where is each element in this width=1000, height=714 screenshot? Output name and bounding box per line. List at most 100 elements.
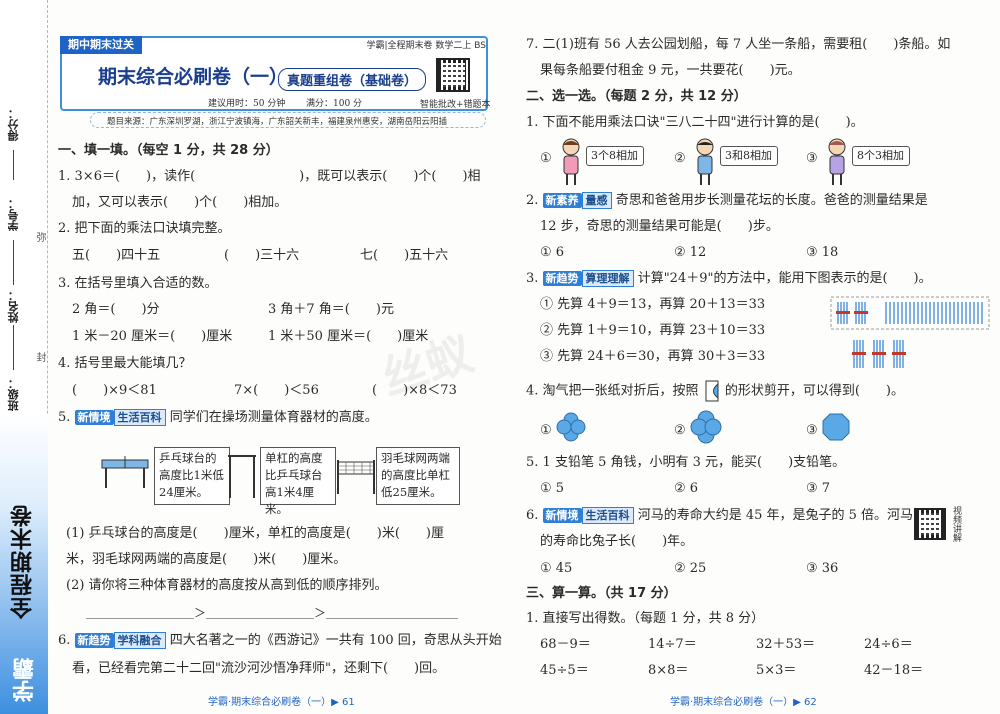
exam-spread: 得分： 学号： 姓名： 班级： 弥 封 线 全程期末卷 学霸 期中期末过关 学霸… — [0, 0, 1000, 714]
question-1: 1. 下面不能用乘法口诀"三八二十四"进行计算的是( )。 — [526, 115, 864, 130]
q2-item: 七( )五十六 — [360, 248, 449, 263]
tag-life-encyclopedia: 生活百科 — [113, 409, 166, 426]
info-box-net: 羽毛球网两端的高度比单杠低25厘米。 — [376, 447, 460, 505]
speech-bubble: 3和8相加 — [720, 146, 778, 166]
calc-item[interactable]: 14÷7＝ — [648, 636, 697, 654]
option[interactable]: ② 25 — [674, 560, 706, 578]
ping-pong-table-illustration — [101, 456, 149, 488]
option[interactable]: ① 6 — [540, 244, 564, 262]
girl-figure-icon — [828, 138, 846, 185]
option[interactable]: ① 先算 4＋9＝13，再算 20＋13＝33 — [540, 296, 765, 314]
option-marker[interactable]: ② — [674, 422, 686, 440]
option-marker[interactable]: ① — [540, 422, 552, 440]
question-2: 2. 把下面的乘法口诀填完整。 — [58, 221, 231, 236]
option-marker[interactable]: ① — [540, 150, 552, 168]
counting-sticks-diagram — [830, 296, 990, 368]
calc-item[interactable]: 8×8＝ — [648, 662, 688, 680]
q4-item: ( )×9＜81 — [72, 383, 157, 398]
question-6-line-2: 看，已经看完第二十二回"流沙河沙悟净拜师"，还剩下( )回。 — [72, 661, 446, 676]
question-text: 同学们在操场测量体育器材的高度。 — [169, 410, 378, 425]
option-marker[interactable]: ③ — [806, 422, 818, 440]
calc-item[interactable]: 32＋53＝ — [756, 636, 815, 654]
class-field-label: 班级： — [7, 378, 20, 411]
question-5: 5. 新情境 生活百科 同学们在操场测量体育器材的高度。 — [58, 409, 378, 427]
calc-item[interactable]: 24÷6＝ — [864, 636, 913, 654]
question-6: 6. 新情境 生活百科 河马的寿命大约是 45 年，是兔子的 5 倍。河马 — [526, 507, 913, 525]
binding-strip: 得分： 学号： 姓名： 班级： 弥 封 线 全程期末卷 学霸 — [0, 0, 48, 714]
question-3: 3. 在括号里填入合适的数。 — [58, 276, 218, 291]
calc-item[interactable]: 42－18＝ — [864, 662, 923, 680]
option[interactable]: ③ 先算 24＋6＝30，再算 30＋3＝33 — [540, 348, 765, 366]
tag-new-context: 新情境 — [542, 508, 582, 523]
section-heading: 一、填一填。（每空 1 分，共 28 分） — [58, 143, 279, 158]
question-number: 2. — [526, 193, 539, 208]
score-field-line — [13, 150, 14, 180]
option-marker[interactable]: ② — [674, 150, 686, 168]
question-number: 5. — [58, 410, 71, 425]
girl-figure-icon — [562, 138, 580, 185]
question-text: 计算"24＋9"的方法中，能用下图表示的是( )。 — [637, 271, 932, 286]
name-field-label: 姓名： — [7, 290, 20, 323]
question-number: 6. — [526, 508, 539, 523]
video-explain-label: 视频讲解 — [951, 506, 961, 542]
section-heading: 二、选一选。（每题 2 分，共 12 分） — [526, 89, 747, 104]
seal-char: 弥 — [34, 232, 45, 242]
source-note: 题目来源：广东深圳罗湖，浙江宁波镇海，广东韶关新丰，福建泉州惠安，湖南岳阳云阳插 — [90, 112, 486, 128]
option[interactable]: ② 12 — [674, 244, 706, 262]
section-heading: 三、算一算。（共 17 分） — [526, 586, 677, 601]
option[interactable]: ③ 7 — [806, 480, 830, 498]
octagon-shape-icon — [822, 413, 850, 441]
question-1-line-1: 1. 3×6＝( )，读作( )，既可以表示( )个( )相 — [58, 169, 481, 184]
option[interactable]: ① 45 — [540, 560, 572, 578]
question-1-line-2: 加，又可以表示( )个( )相加。 — [72, 195, 288, 210]
question-number: 3. — [526, 271, 539, 286]
page-subtitle: 真题重组卷（基础卷） — [278, 68, 427, 91]
student-id-field-label: 学号： — [7, 198, 20, 231]
tag-new-literacy: 新素养 — [542, 193, 582, 208]
calc-item[interactable]: 5×3＝ — [756, 662, 796, 680]
question-text: 四大名著之一的《西游记》一共有 100 回，奇思从头开始 — [169, 633, 502, 648]
page-title: 期末综合必刷卷（一） — [98, 66, 289, 88]
option[interactable]: ③ 36 — [806, 560, 838, 578]
series-label: 学霸|全程期末卷 数学二上 BS — [366, 41, 486, 51]
q2-item: ( )三十六 — [224, 248, 300, 263]
boy-figure-icon — [696, 138, 714, 185]
name-field-line — [13, 325, 14, 370]
qr-code-icon[interactable] — [914, 508, 946, 540]
q4-item: 7×( )＜56 — [234, 383, 319, 398]
qr-note: 智能批改+错题本 — [420, 100, 491, 110]
question-text: 奇思和爸爸用步长测量花坛的长度。爸爸的测量结果是 — [615, 193, 928, 208]
q3-item: 3 角＋7 角＝( )元 — [268, 302, 394, 317]
question-6-line-2: 的寿命比兔子长( )年。 — [540, 534, 694, 549]
tag-subject-integration: 学科融合 — [113, 632, 166, 649]
q2-item: 五( )四十五 — [72, 248, 161, 263]
q5-sub2: (2) 请你将三种体育器材的高度按从高到低的顺序排列。 — [66, 578, 388, 593]
question-2-line-2: 12 步，奇思的测量结果可能是( )步。 — [540, 219, 779, 234]
info-box-bar: 单杠的高度比乒乓球台高1米4厘米。 — [260, 447, 336, 516]
option[interactable]: ② 6 — [674, 480, 698, 498]
question-4: 4. 淘气把一张纸对折后，按照 的形状剪开，可以得到( )。 — [526, 380, 904, 402]
speech-bubble: 3个8相加 — [586, 146, 644, 166]
order-answer-blank[interactable]: ＿＿＿＿＿＿＿＿＿＞＿＿＿＿＿＿＿＿＿＞＿＿＿＿＿＿＿＿＿＿＿ — [86, 604, 458, 622]
calc-item[interactable]: 68－9＝ — [540, 636, 591, 654]
header-ribbon: 期中期末过关 — [60, 36, 142, 54]
option-marker[interactable]: ③ — [806, 150, 818, 168]
tag-arithmetic-understanding: 算理理解 — [581, 270, 634, 287]
q3-item: 1 米－20 厘米＝( )厘米 — [72, 329, 233, 344]
option[interactable]: ③ 18 — [806, 244, 838, 262]
seal-char: 封 — [34, 352, 45, 362]
brand-name: 全程期末卷 — [11, 504, 36, 619]
tag-new-trend: 新趋势 — [74, 633, 114, 648]
question-5: 5. 1 支铅笔 5 角钱，小明有 3 元，能买( )支铅笔。 — [526, 455, 846, 470]
option[interactable]: ② 先算 1＋9＝10，再算 23＋10＝33 — [540, 322, 765, 340]
q5-sub1-line1: (1) 乒乓球台的高度是( )厘米，单杠的高度是( )米( )厘 — [66, 526, 444, 541]
question-number: 6. — [58, 633, 71, 648]
qr-code-icon — [436, 58, 470, 92]
score-field-label: 得分： — [7, 108, 20, 141]
calc-instructions: 1. 直接写出得数。（每题 1 分，共 8 分） — [526, 611, 765, 626]
student-id-field-line — [13, 240, 14, 285]
option[interactable]: ① 5 — [540, 480, 564, 498]
page-footer: 学霸·期末综合必刷卷（一）▶ 62 — [670, 697, 817, 708]
clover-shape-icon — [556, 412, 586, 442]
calc-item[interactable]: 45÷5＝ — [540, 662, 589, 680]
